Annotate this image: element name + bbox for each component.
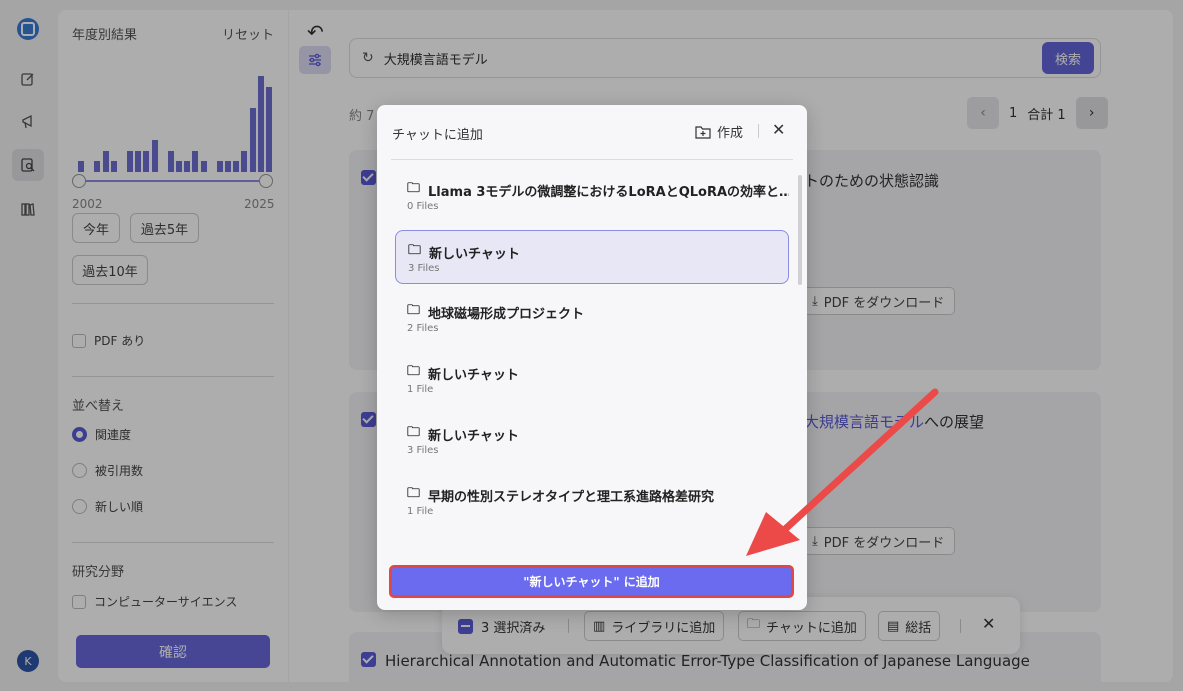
annotation-arrow [746,388,939,556]
